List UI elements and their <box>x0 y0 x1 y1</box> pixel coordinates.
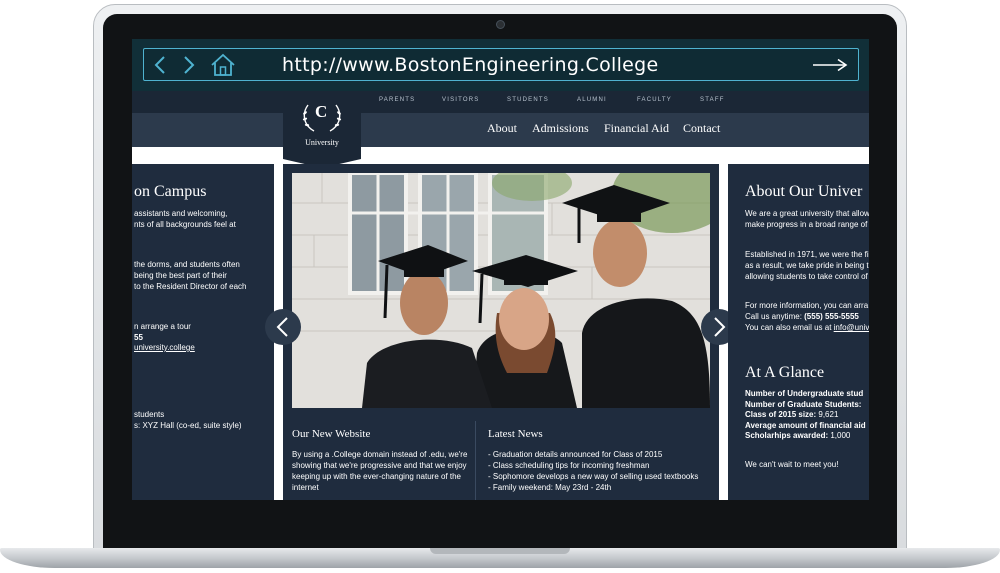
about-title: About Our Univer <box>745 183 863 200</box>
news-section-title: Latest News <box>488 428 543 440</box>
topnav-alumni[interactable]: ALUMNI <box>577 97 607 103</box>
campus-line: s: XYZ Hall (co-ed, suite style) <box>134 421 242 430</box>
glance-line: Number of Graduate Students: <box>745 400 861 411</box>
glance-title: At A Glance <box>745 364 825 381</box>
laptop-notch <box>430 548 570 554</box>
about-line: make progress in a broad range of <box>745 220 868 229</box>
glance-line: Number of Undergraduate stud <box>745 389 863 400</box>
home-icon[interactable] <box>210 53 236 77</box>
phone-number: (555) 555-5555 <box>804 312 859 321</box>
campus-line: students <box>134 410 165 419</box>
glance-value: 1,000 <box>830 431 851 440</box>
campus-line: assistants and welcoming, <box>134 209 228 218</box>
topnav-faculty[interactable]: FACULTY <box>637 97 672 103</box>
about-line: For more information, you can arra <box>745 301 869 310</box>
campus-email-link[interactable]: university.college <box>134 343 195 354</box>
call-label: Call us anytime: <box>745 312 805 321</box>
campus-line: n arrange a tour <box>134 322 191 331</box>
glance-value: 9,621 <box>818 410 839 419</box>
url-text[interactable]: http://www.BostonEngineering.College <box>282 54 659 76</box>
news-item[interactable]: - Class scheduling tips for incoming fre… <box>488 461 649 472</box>
closing-line: We can't wait to meet you! <box>745 460 839 469</box>
slider-next-icon <box>714 317 726 337</box>
glance-line: Scholarhips awarded: 1,000 <box>745 431 850 442</box>
website-text-line: keeping up with the ever-changing nature… <box>292 472 462 481</box>
glance-label: Number of Graduate Students: <box>745 400 862 409</box>
topnav-students[interactable]: STUDENTS <box>507 97 549 103</box>
address-bar[interactable]: http://www.BostonEngineering.College <box>143 48 859 81</box>
email-label: You can also email us at <box>745 323 834 332</box>
utility-nav-bar <box>132 91 869 113</box>
glance-line: Average amount of financial aid <box>745 421 866 432</box>
nav-contact[interactable]: Contact <box>683 121 720 136</box>
about-email-line: You can also email us at info@univ <box>745 323 869 334</box>
logo-letter: C <box>315 102 328 121</box>
nav-financial-aid[interactable]: Financial Aid <box>604 121 669 136</box>
about-call-line: Call us anytime: (555) 555-5555 <box>745 312 859 323</box>
topnav-visitors[interactable]: VISITORS <box>442 97 480 103</box>
back-arrow-icon[interactable] <box>152 55 170 75</box>
nav-admissions[interactable]: Admissions <box>532 121 589 136</box>
campus-line: being the best part of their <box>134 271 227 280</box>
email-link[interactable]: info@univ <box>834 323 869 332</box>
about-line: We are a great university that allow <box>745 209 869 218</box>
campus-phone: 55 <box>134 333 143 342</box>
news-item[interactable]: - Family weekend: May 23rd - 24th <box>488 483 611 494</box>
logo-name: University <box>305 138 339 147</box>
website-section-title: Our New Website <box>292 428 371 440</box>
screen: http://www.BostonEngineering.College PAR… <box>132 39 869 500</box>
website-text-line: showing that we're progressive and that … <box>292 461 467 470</box>
slider-prev-icon <box>276 317 288 337</box>
website-text-line: By using a .College domain instead of .e… <box>292 450 468 459</box>
glance-label: Scholarhips awarded: <box>745 431 831 440</box>
browser-bar: http://www.BostonEngineering.College <box>132 39 869 91</box>
column-divider <box>475 421 476 500</box>
slider-prev-button[interactable] <box>265 309 301 345</box>
nav-about[interactable]: About <box>487 121 517 136</box>
topnav-parents[interactable]: PARENTS <box>379 97 415 103</box>
about-line: Established in 1971, we were the fi <box>745 250 869 259</box>
hero-image <box>292 173 710 408</box>
forward-arrow-icon[interactable] <box>180 55 198 75</box>
news-item[interactable]: - Sophomore develops a new way of sellin… <box>488 472 698 483</box>
about-line: as a result, we take pride in being t <box>745 261 869 270</box>
campus-line: nts of all backgrounds feel at <box>134 220 236 229</box>
campus-line: the dorms, and students often <box>134 260 240 269</box>
glance-label: Average amount of financial aid <box>745 421 866 430</box>
glance-label: Class of 2015 size: <box>745 410 819 419</box>
glance-line: Class of 2015 size: 9,621 <box>745 410 838 421</box>
news-item[interactable]: - Graduation details announced for Class… <box>488 450 662 461</box>
about-line: allowing students to take control of <box>745 272 868 281</box>
campus-title: on Campus <box>134 183 207 200</box>
topnav-staff[interactable]: STAFF <box>700 97 725 103</box>
webcam <box>496 20 505 29</box>
go-arrow-icon[interactable] <box>812 58 848 72</box>
campus-line: to the Resident Director of each <box>134 282 247 291</box>
website-text-line: internet <box>292 483 319 492</box>
glance-label: Number of Undergraduate stud <box>745 389 864 398</box>
